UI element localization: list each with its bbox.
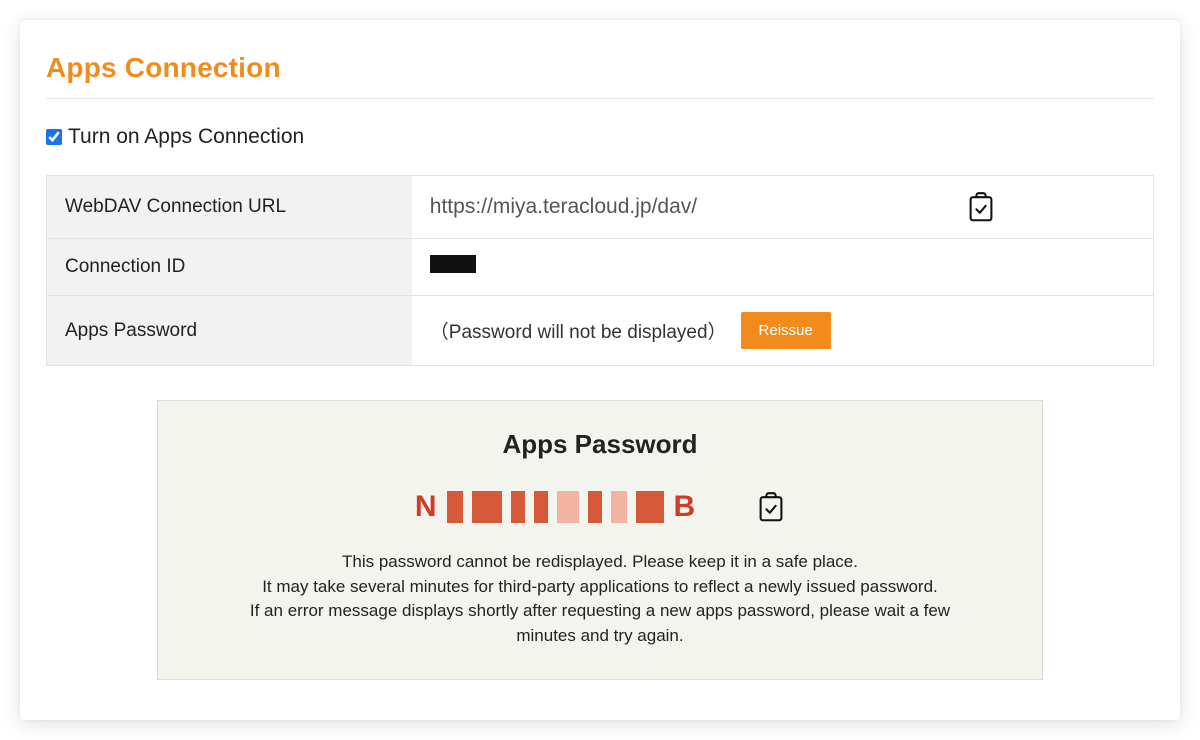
apps-pw-label: Apps Password <box>47 296 412 366</box>
pw-mask-block <box>588 491 602 523</box>
pw-mask-block <box>557 491 579 523</box>
apps-pw-note: （Password will not be displayed） <box>430 317 727 344</box>
page-title: Apps Connection <box>46 52 1154 99</box>
pw-mask-block <box>534 491 548 523</box>
row-apps-password: Apps Password （Password will not be disp… <box>47 296 1154 366</box>
webdav-value-cell: https://miya.teracloud.jp/dav/ <box>412 176 1154 239</box>
panel-note-1: This password cannot be redisplayed. Ple… <box>342 552 858 571</box>
pw-mask-block <box>511 491 525 523</box>
password-redacted: N B <box>415 490 697 524</box>
connid-label: Connection ID <box>47 239 412 296</box>
reissue-button[interactable]: Reissue <box>741 312 831 349</box>
apps-password-panel: Apps Password N B This password ca <box>157 400 1043 680</box>
clipboard-icon[interactable] <box>757 492 785 522</box>
row-connection-id: Connection ID <box>47 239 1154 296</box>
connid-redacted <box>430 255 476 273</box>
settings-table: WebDAV Connection URL https://miya.terac… <box>46 175 1154 366</box>
toggle-label: Turn on Apps Connection <box>68 125 304 149</box>
row-webdav: WebDAV Connection URL https://miya.terac… <box>47 176 1154 239</box>
password-display: N B <box>188 490 1012 524</box>
panel-title: Apps Password <box>188 429 1012 460</box>
panel-note-2: It may take several minutes for third-pa… <box>262 577 938 596</box>
panel-note-3: If an error message displays shortly aft… <box>250 601 950 645</box>
apps-pw-value-cell: （Password will not be displayed） Reissue <box>412 296 1154 366</box>
panel-note: This password cannot be redisplayed. Ple… <box>221 550 979 649</box>
pw-char-first: N <box>415 490 439 524</box>
pw-mask-block <box>611 491 627 523</box>
webdav-label: WebDAV Connection URL <box>47 176 412 239</box>
webdav-url: https://miya.teracloud.jp/dav/ <box>430 195 697 219</box>
toggle-apps-connection[interactable] <box>46 129 62 145</box>
connid-value-cell <box>412 239 1154 296</box>
pw-char-last: B <box>673 490 697 524</box>
clipboard-icon[interactable] <box>967 192 995 222</box>
toggle-row: Turn on Apps Connection <box>46 125 1154 149</box>
settings-card: Apps Connection Turn on Apps Connection … <box>20 20 1180 720</box>
pw-mask-block <box>472 491 502 523</box>
pw-mask-block <box>447 491 463 523</box>
pw-mask-block <box>636 491 664 523</box>
